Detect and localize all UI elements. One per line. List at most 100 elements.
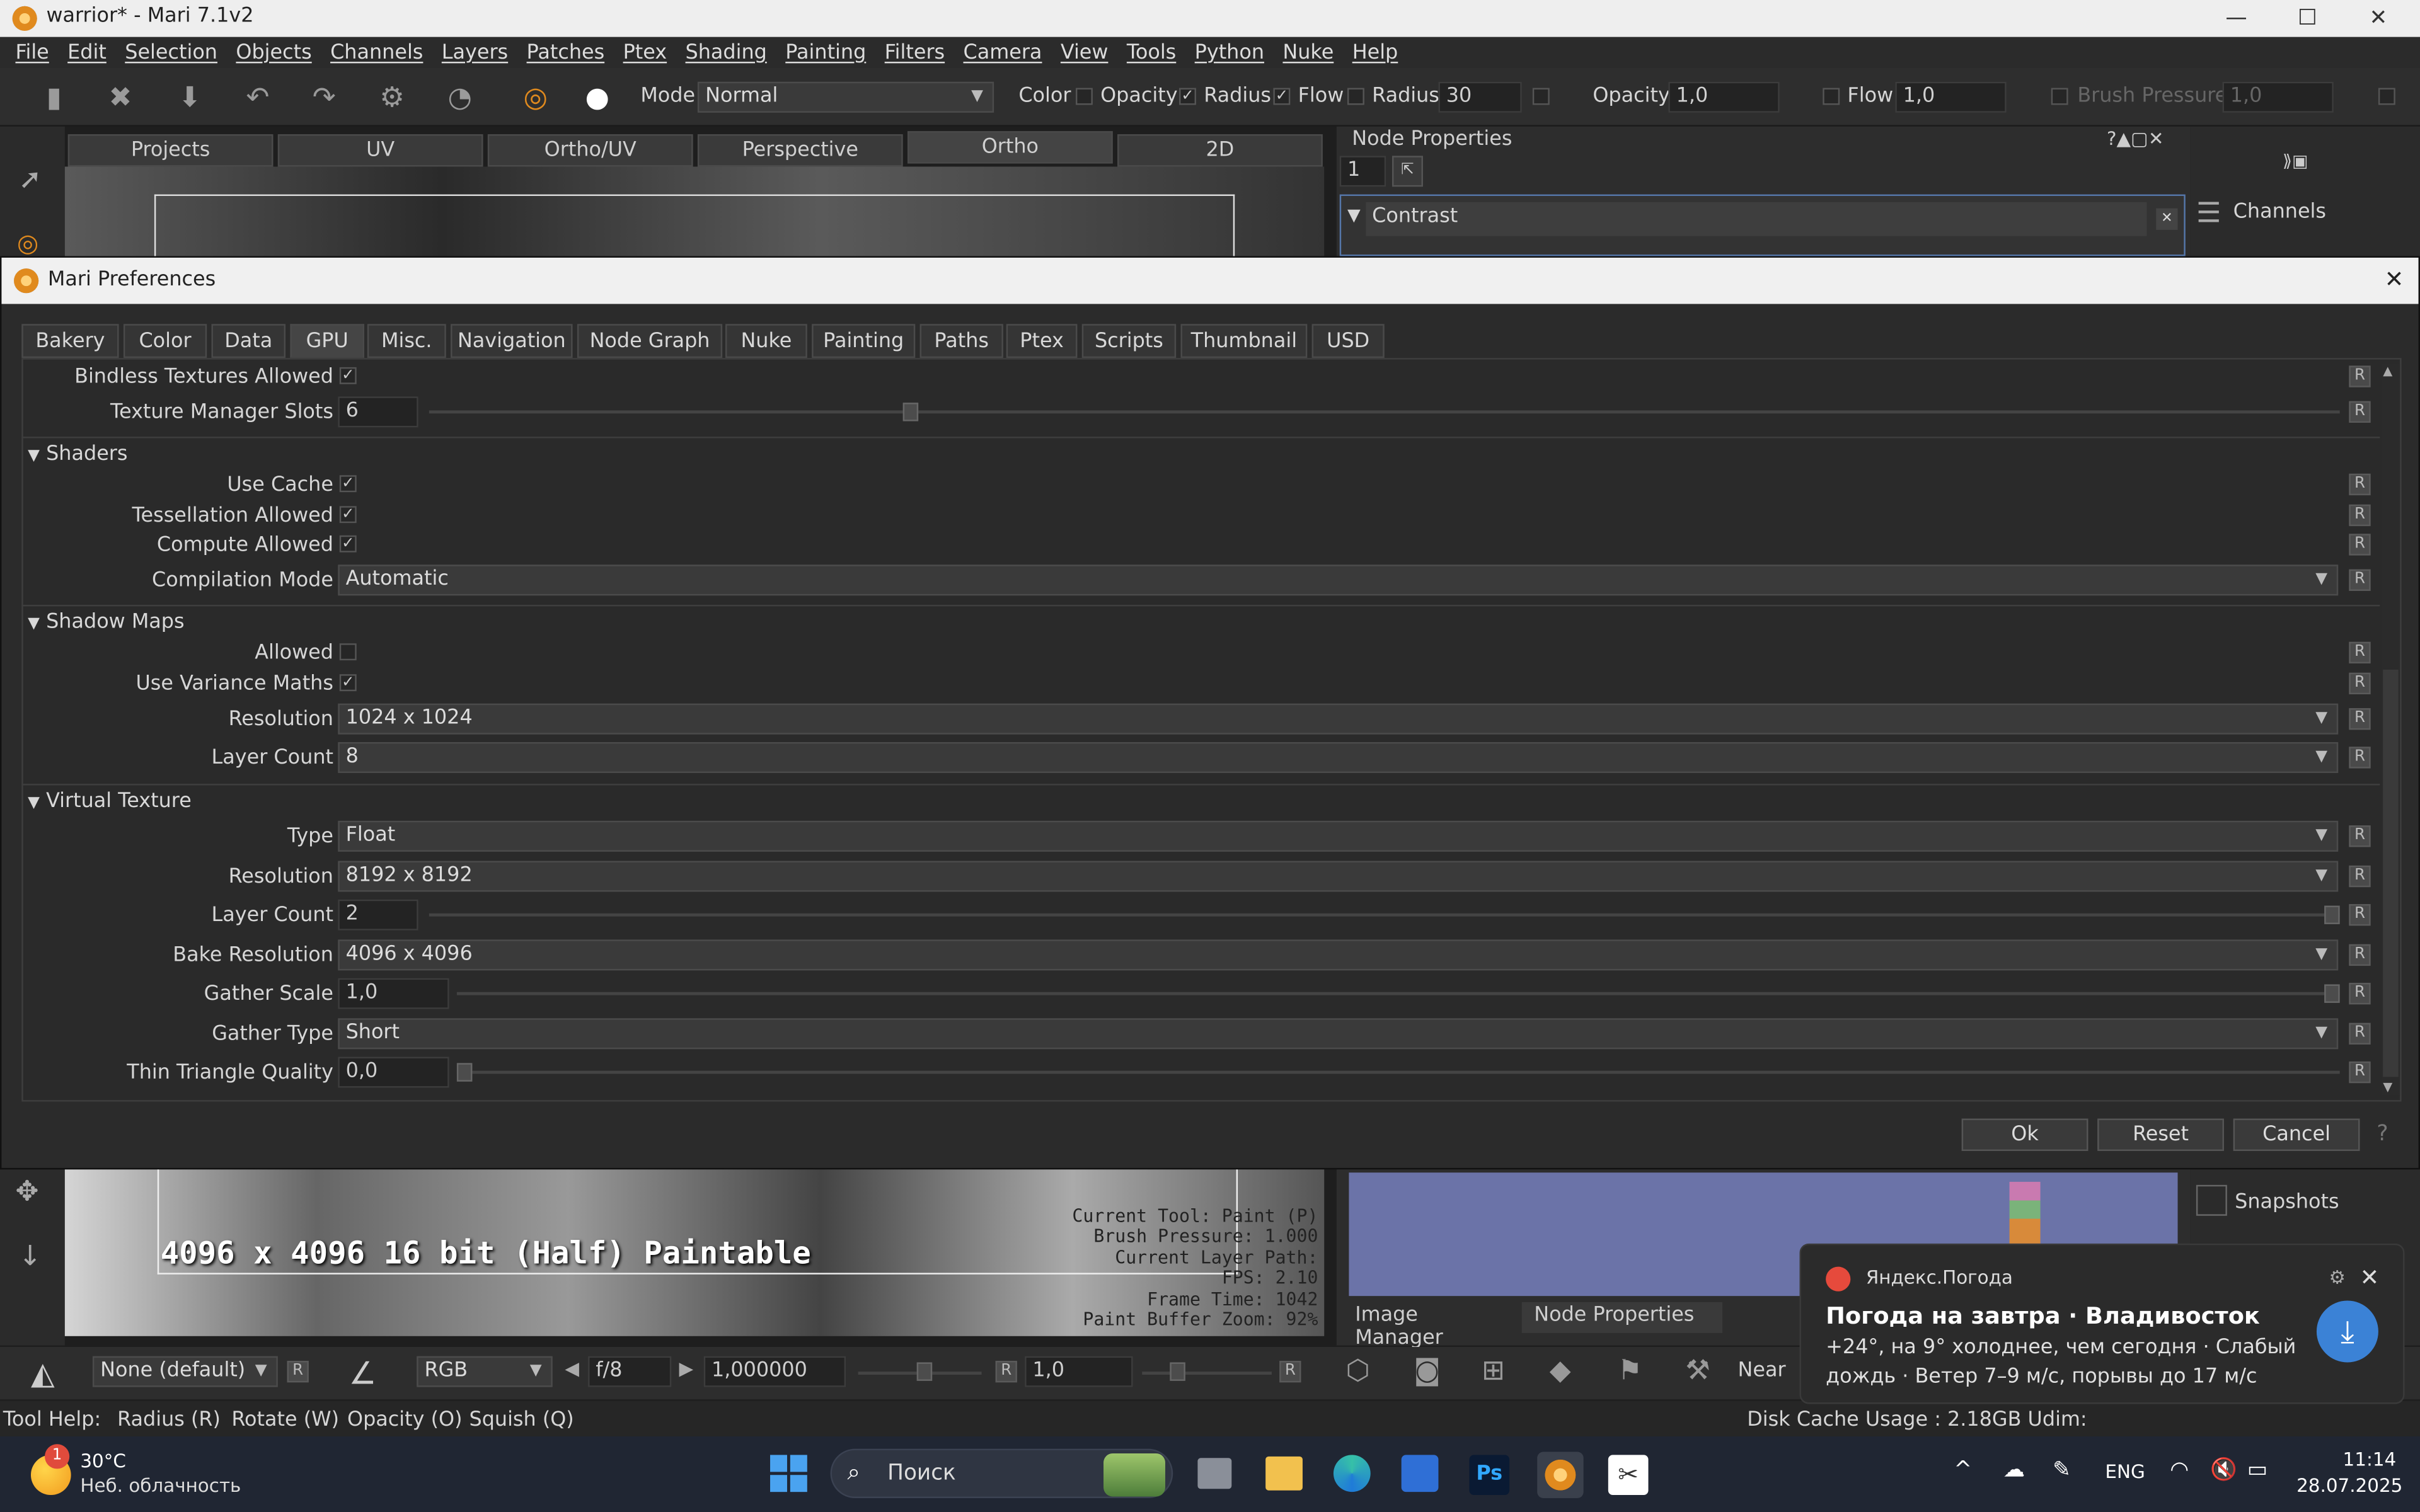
volume-muted-icon[interactable]: 🔇 [2210, 1458, 2237, 1482]
taskbar-search[interactable]: ⌕ Поиск [830, 1448, 1173, 1498]
shaders-section[interactable]: ▼ Shaders [28, 443, 127, 466]
fstop-decrease-icon[interactable]: ◀ [565, 1358, 579, 1379]
snapshots-icon[interactable] [2196, 1184, 2227, 1216]
gather-type-select[interactable]: Short ▼ [338, 1018, 2339, 1050]
pref-tab-nodegraph[interactable]: Node Graph [577, 324, 723, 358]
reset-gather-type-button[interactable]: R [2349, 1022, 2371, 1045]
pref-tab-bakery[interactable]: Bakery [21, 324, 119, 358]
flow-input[interactable]: 1,0 [1895, 81, 2007, 113]
pref-tab-navigation[interactable]: Navigation [451, 324, 573, 358]
arrow-down-icon[interactable]: ↓ [18, 1240, 42, 1273]
shadow-allowed-checkbox[interactable] [339, 643, 357, 661]
move-tool-icon[interactable]: ✥ [15, 1176, 38, 1208]
gamma-reset-button[interactable]: R [1279, 1361, 1301, 1383]
vt-layer-count-slider[interactable] [429, 913, 2340, 917]
bake-resolution-select[interactable]: 4096 x 4096 ▼ [338, 939, 2339, 971]
vt-layer-count-slider-knob[interactable] [2324, 905, 2340, 924]
flow-checkbox[interactable] [1347, 88, 1364, 105]
tab-node-properties[interactable]: Node Properties [1521, 1302, 1723, 1333]
shadow-layer-count-select[interactable]: 8 ▼ [338, 742, 2339, 773]
thermometer-icon[interactable]: ⤓ [2316, 1300, 2378, 1363]
color-checkbox[interactable] [1075, 88, 1093, 105]
gamma-input[interactable]: 1,0 [1025, 1356, 1133, 1387]
exposure-reset-button[interactable]: R [995, 1361, 1017, 1383]
use-cache-checkbox[interactable]: ✓ [339, 475, 357, 493]
menu-item-shading[interactable]: Shading [676, 41, 776, 64]
gather-scale-slider-knob[interactable] [2324, 984, 2340, 1003]
texture-manager-slots-slider[interactable] [429, 410, 2340, 414]
clock-time[interactable]: 11:14 [2343, 1449, 2397, 1470]
viewport-tab-uv[interactable]: UV [277, 134, 483, 167]
gather-scale-slider[interactable] [456, 992, 2340, 995]
brush-pressure-input[interactable]: 1,0 [2222, 81, 2334, 113]
clock-date[interactable]: 28.07.2025 [2296, 1475, 2402, 1496]
pen-icon[interactable]: ✎ [2053, 1458, 2071, 1482]
pref-tab-gpu[interactable]: GPU [290, 324, 364, 358]
tessellation-checkbox[interactable]: ✓ [339, 506, 357, 524]
grid-icon[interactable]: ⊞ [1482, 1354, 1505, 1387]
pref-tab-data[interactable]: Data [211, 324, 286, 358]
collapse-icon[interactable]: ▼ [1347, 205, 1361, 226]
reset-shadow-allowed-button[interactable]: R [2349, 641, 2371, 664]
reset-compilation-button[interactable]: R [2349, 569, 2371, 591]
shadow-resolution-select[interactable]: 1024 x 1024 ▼ [338, 703, 2339, 735]
save-icon[interactable]: ⬇ [173, 80, 207, 114]
vt-resolution-select[interactable]: 8192 x 8192 ▼ [338, 861, 2339, 892]
scroll-down-icon[interactable]: ▼ [2383, 1080, 2392, 1094]
menu-item-ptex[interactable]: Ptex [614, 41, 676, 64]
lut-icon[interactable]: ◭ [31, 1354, 55, 1392]
menu-item-patches[interactable]: Patches [517, 41, 614, 64]
cancel-button[interactable]: Cancel [2233, 1118, 2360, 1151]
minimize-button[interactable]: — [2201, 0, 2272, 37]
redo-icon[interactable]: ↷ [307, 80, 341, 114]
weather-notification[interactable]: Яндекс.Погода ⚙ ✕ Погода на завтра · Вла… [1799, 1243, 2405, 1404]
viewport-bottom[interactable]: 4096 x 4096 16 bit (Half) Paintable Curr… [64, 1169, 1325, 1336]
menu-item-camera[interactable]: Camera [954, 41, 1051, 64]
pref-tab-thumbnail[interactable]: Thumbnail [1180, 324, 1308, 358]
settings-icon[interactable]: ⚙ [2329, 1267, 2346, 1288]
compute-checkbox[interactable]: ✓ [339, 535, 357, 553]
reset-variance-button[interactable]: R [2349, 672, 2371, 695]
menu-item-python[interactable]: Python [1185, 41, 1274, 64]
lut-reset-button[interactable]: R [287, 1361, 309, 1383]
select-tool-icon[interactable]: ➚ [18, 164, 42, 196]
reset-vt-type-button[interactable]: R [2349, 825, 2371, 847]
pref-tab-usd[interactable]: USD [1311, 324, 1385, 358]
help-icon[interactable]: ? [2377, 1121, 2388, 1146]
tools-icon[interactable]: ⚒ [1685, 1354, 1710, 1387]
paint-tool-icon-left[interactable]: ◎ [17, 228, 38, 258]
texture-manager-slots-slider-knob[interactable] [902, 403, 919, 421]
channels-icon[interactable]: ☰ [2196, 197, 2221, 229]
wireframe-icon[interactable]: ⬡ [1346, 1354, 1370, 1387]
variance-maths-checkbox[interactable]: ✓ [339, 674, 357, 692]
settings-icon[interactable]: ⚙ [375, 80, 409, 114]
pref-tab-color[interactable]: Color [123, 324, 207, 358]
paint-tool-icon[interactable]: ◎ [519, 80, 553, 114]
viewport-top[interactable] [64, 166, 1325, 256]
brush-pressure-slider-handle[interactable] [2378, 88, 2395, 105]
menu-item-view[interactable]: View [1051, 41, 1117, 64]
thin-triangle-slider[interactable] [456, 1070, 2340, 1074]
reset-vt-layer-count-button[interactable]: R [2349, 904, 2371, 926]
new-file-icon[interactable]: ▮ [37, 80, 71, 114]
remove-node-icon[interactable]: ✕ [2156, 208, 2178, 230]
shaded-icon[interactable]: ◆ [1550, 1354, 1571, 1387]
photoshop-icon[interactable]: Ps [1469, 1455, 1510, 1496]
gamma-slider-knob[interactable] [1170, 1362, 1185, 1381]
pin-icon[interactable]: ⇱ [1392, 156, 1423, 187]
reset-bindless-button[interactable]: R [2349, 365, 2371, 387]
tab-image-manager[interactable]: Image Manager [1343, 1302, 1512, 1349]
exposure-slider-knob[interactable] [916, 1362, 933, 1381]
menu-item-objects[interactable]: Objects [227, 41, 321, 64]
gather-scale-input[interactable]: 1,0 [338, 978, 449, 1009]
thin-triangle-input[interactable]: 0,0 [338, 1057, 449, 1088]
scroll-thumb[interactable] [2383, 669, 2399, 1077]
menu-item-file[interactable]: File [0, 41, 58, 64]
pref-tab-ptex[interactable]: Ptex [1006, 324, 1078, 358]
reset-shadow-layer-count-button[interactable]: R [2349, 747, 2371, 769]
channel-select[interactable]: RGB ▼ [417, 1356, 553, 1387]
undo-icon[interactable]: ↶ [241, 80, 275, 114]
language-indicator[interactable]: ENG [2105, 1461, 2145, 1482]
pref-tab-misc[interactable]: Misc. [367, 324, 446, 358]
reset-tessellation-button[interactable]: R [2349, 504, 2371, 527]
